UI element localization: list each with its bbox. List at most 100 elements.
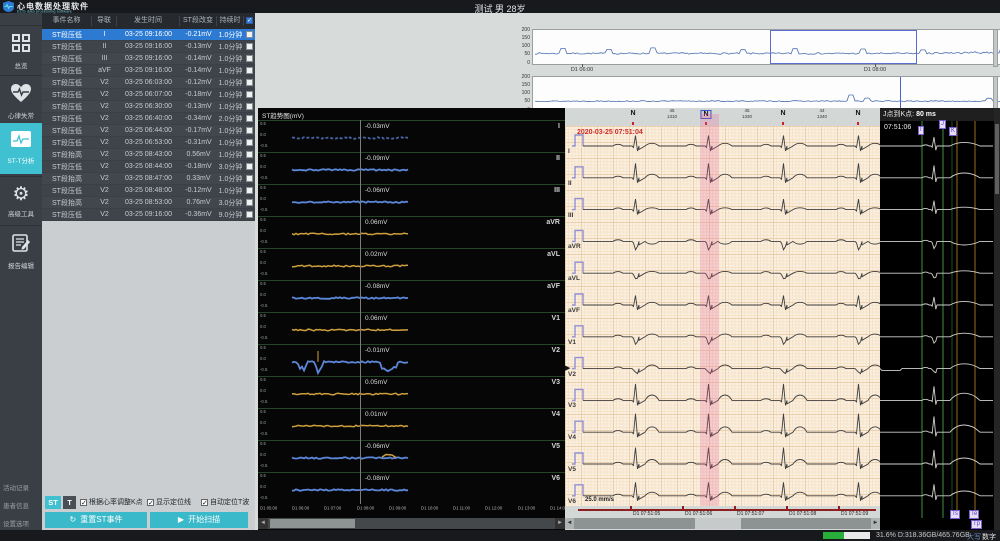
table-row[interactable]: ST段抬高V203-25 08:53:000.76mV3.0分钟: [42, 197, 255, 209]
st-trend-row-V1[interactable]: 0.50.0-0.50.06mVV1: [258, 312, 565, 344]
scroll-left-arrow[interactable]: ◄: [258, 518, 268, 529]
row-checkbox[interactable]: [246, 127, 253, 134]
sidebar-item-advanced-tools[interactable]: ⚙ 高级工具: [0, 176, 42, 223]
st-trend-row-II[interactable]: 0.50.0-0.5-0.09mVII: [258, 152, 565, 184]
table-row[interactable]: ST段压低V203-25 06:03:00-0.12mV1.0分钟: [42, 77, 255, 89]
column-header-lead[interactable]: 导联: [92, 16, 117, 26]
table-row[interactable]: ST段压低V203-25 06:53:00-0.31mV1.0分钟: [42, 137, 255, 149]
row-checkbox[interactable]: [246, 163, 253, 170]
marker-Te[interactable]: Te: [969, 510, 979, 519]
table-row[interactable]: ST段压低V203-25 06:44:00-0.17mV1.0分钟: [42, 125, 255, 137]
time-cursor[interactable]: [900, 77, 901, 111]
st-trend-row-aVF[interactable]: 0.50.0-0.5-0.08mVaVF: [258, 280, 565, 312]
checkbox-show-guide-line[interactable]: ✓显示定位线: [147, 497, 191, 507]
jk-panel-scrollbar[interactable]: [994, 108, 1000, 530]
table-row[interactable]: ST段抬高V203-25 08:47:000.33mV1.0分钟: [42, 173, 255, 185]
row-checkbox[interactable]: [246, 79, 253, 86]
checkbox-auto-locate-t-wave[interactable]: ✓自动定位T波: [201, 497, 249, 507]
st-trend-row-aVL[interactable]: 0.50.0-0.50.02mVaVL: [258, 248, 565, 280]
table-row[interactable]: ST段抬高V203-25 08:43:000.56mV1.0分钟: [42, 149, 255, 161]
scroll-right-arrow[interactable]: ►: [871, 518, 880, 529]
checkbox-adjust-k-point[interactable]: ✓根据心率调整K点: [80, 497, 143, 507]
st-trend-row-I[interactable]: 0.50.0-0.5-0.03mVI: [258, 120, 565, 152]
table-row[interactable]: ST段压低V203-25 06:40:00-0.34mV2.0分钟: [42, 113, 255, 125]
time-range-selection[interactable]: [770, 30, 917, 64]
marker-Ts[interactable]: Ts: [950, 510, 960, 519]
disk-usage-progressbar: [823, 532, 870, 539]
column-header-event-name[interactable]: 事件名称: [42, 16, 92, 26]
st-trend-row-V2[interactable]: 0.50.0-0.5-0.01mVV2: [258, 344, 565, 376]
st-trend-scrollbar[interactable]: ◄ ►: [258, 518, 565, 529]
row-checkbox[interactable]: [246, 91, 253, 98]
table-row[interactable]: ST段压低I03-25 09:16:00-0.21mV1.0分钟: [42, 29, 255, 41]
sidebar-item-report-edit[interactable]: 报告编辑: [0, 225, 42, 272]
column-header-st-change[interactable]: ST段改变: [180, 16, 217, 26]
st-trend-row-V5[interactable]: 0.50.0-0.5-0.06mVV5: [258, 440, 565, 472]
scrollbar-thumb[interactable]: [695, 518, 741, 529]
row-checkbox[interactable]: [246, 139, 253, 146]
t-toggle-button[interactable]: T: [63, 496, 76, 509]
row-checkbox[interactable]: [246, 175, 253, 182]
row-checkbox[interactable]: [246, 55, 253, 62]
sidebar-item-stt-analysis[interactable]: ST-T分析: [0, 123, 42, 174]
ecg-paper-grid[interactable]: 2020-03-25 07:51:04 25.0 mm/s IIIIIIaVRa…: [565, 126, 880, 506]
scrollbar-thumb[interactable]: [995, 124, 999, 194]
cell-checkbox: [244, 127, 255, 134]
st-trend-row-III[interactable]: 0.50.0-0.5-0.06mVIII: [258, 184, 565, 216]
column-header-time[interactable]: 发生时间: [117, 16, 180, 26]
row-checkbox[interactable]: [246, 43, 253, 50]
table-row[interactable]: ST段压低V203-25 09:16:00-0.36mV9.0分钟: [42, 209, 255, 221]
marker-I[interactable]: I: [918, 126, 924, 135]
checkbox-icon[interactable]: ✓: [80, 499, 87, 506]
st-trend-row-V4[interactable]: 0.50.0-0.50.01mVV4: [258, 408, 565, 440]
scroll-right-arrow[interactable]: ►: [555, 518, 565, 529]
checkbox-icon[interactable]: ✓: [147, 499, 154, 506]
sidebar-link-activity-log[interactable]: 活动记录: [0, 478, 42, 496]
column-header-duration[interactable]: 持续时间: [217, 16, 244, 26]
table-row[interactable]: ST段压低V203-25 08:48:00-0.12mV1.0分钟: [42, 185, 255, 197]
y-tick-label: 200: [510, 74, 530, 80]
st-row-lead-label: V2: [551, 347, 560, 354]
table-row[interactable]: ST段压低II03-25 09:16:00-0.13mV1.0分钟: [42, 41, 255, 53]
checkbox-icon[interactable]: ✓: [201, 499, 208, 506]
cell-name: ST段压低: [42, 210, 92, 220]
table-row[interactable]: ST段压低V203-25 06:07:00-0.18mV1.0分钟: [42, 89, 255, 101]
beat-label-N[interactable]: N: [855, 110, 860, 117]
select-all-checkbox[interactable]: ✓: [246, 17, 253, 24]
row-checkbox[interactable]: [246, 211, 253, 218]
row-checkbox[interactable]: [246, 187, 253, 194]
st-toggle-button[interactable]: ST: [45, 496, 61, 509]
scrollbar-thumb[interactable]: [270, 519, 355, 528]
marker-Tp[interactable]: Tp: [971, 520, 982, 529]
st-trend-cursor[interactable]: [360, 120, 361, 504]
row-checkbox[interactable]: [246, 103, 253, 110]
ecg-strip-scrollbar[interactable]: ◄ ►: [565, 518, 880, 529]
sidebar-link-patient-info[interactable]: 患者信息: [0, 496, 42, 514]
st-trend-row-aVR[interactable]: 0.50.0-0.50.06mVaVR: [258, 216, 565, 248]
hr-overview-chart[interactable]: [532, 29, 1000, 65]
cell-change: -0.18mV: [180, 163, 217, 170]
hr-detail-chart[interactable]: [532, 76, 1000, 112]
st-trend-row-V3[interactable]: 0.50.0-0.50.05mVV3: [258, 376, 565, 408]
row-checkbox[interactable]: [246, 115, 253, 122]
row-checkbox[interactable]: [246, 199, 253, 206]
sidebar-item-arrhythmia[interactable]: 心律失常: [0, 75, 42, 121]
table-row[interactable]: ST段压低V203-25 08:44:00-0.18mV3.0分钟: [42, 161, 255, 173]
row-checkbox[interactable]: [246, 151, 253, 158]
table-row[interactable]: ST段压低V203-25 06:30:00-0.13mV1.0分钟: [42, 101, 255, 113]
beat-label-N[interactable]: N: [630, 110, 635, 117]
hr-overview-scrollbar[interactable]: [993, 29, 998, 67]
reset-st-events-button[interactable]: ↻重置ST事件: [45, 512, 147, 528]
scroll-left-arrow[interactable]: ◄: [565, 518, 574, 529]
start-scan-button[interactable]: ▶开始扫描: [150, 512, 248, 528]
marker-K[interactable]: K: [949, 127, 957, 136]
st-trend-row-V6[interactable]: 0.50.0-0.5-0.08mVV6: [258, 472, 565, 504]
table-row[interactable]: ST段压低III03-25 09:16:00-0.14mV1.0分钟: [42, 53, 255, 65]
beat-label-N[interactable]: N: [780, 110, 785, 117]
interval-rr: 1330: [742, 114, 752, 119]
row-checkbox[interactable]: [246, 31, 253, 38]
marker-J[interactable]: J: [939, 120, 946, 129]
row-checkbox[interactable]: [246, 67, 253, 74]
table-row[interactable]: ST段压低aVF03-25 09:16:00-0.14mV1.0分钟: [42, 65, 255, 77]
sidebar-item-overview[interactable]: 总览: [0, 25, 42, 71]
